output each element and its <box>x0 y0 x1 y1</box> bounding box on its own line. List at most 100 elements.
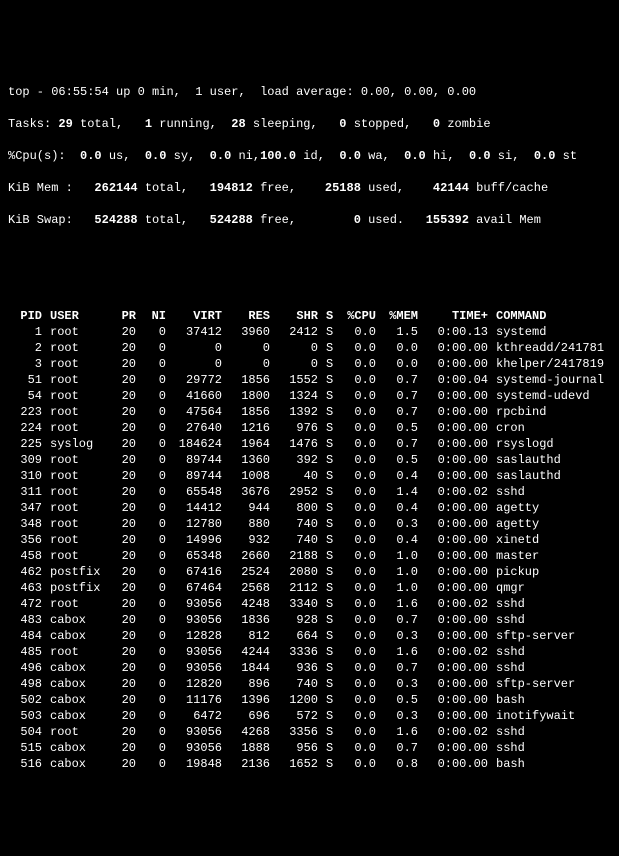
cell-mem: 0.3 <box>380 676 422 692</box>
table-row[interactable]: 498cabox20012820896740S0.00.30:00.00sftp… <box>8 676 611 692</box>
col-mem[interactable]: %MEM <box>380 308 422 324</box>
cell-time: 0:00.00 <box>422 548 492 564</box>
cell-shr: 1324 <box>274 388 322 404</box>
cell-cmd: agetty <box>492 516 611 532</box>
cell-cpu: 0.0 <box>338 436 380 452</box>
col-cpu[interactable]: %CPU <box>338 308 380 324</box>
table-row[interactable]: 504root2009305642683356S0.01.60:00.02ssh… <box>8 724 611 740</box>
cell-pid: 51 <box>8 372 46 388</box>
col-pid[interactable]: PID <box>8 308 46 324</box>
cell-mem: 0.7 <box>380 436 422 452</box>
cell-ni: 0 <box>140 692 170 708</box>
cell-mem: 0.3 <box>380 708 422 724</box>
cell-shr: 0 <box>274 340 322 356</box>
table-row[interactable]: 309root200897441360392S0.00.50:00.00sasl… <box>8 452 611 468</box>
col-shr[interactable]: SHR <box>274 308 322 324</box>
cell-pid: 310 <box>8 468 46 484</box>
cell-pid: 347 <box>8 500 46 516</box>
table-row[interactable]: 516cabox2001984821361652S0.00.80:00.00ba… <box>8 756 611 772</box>
col-time[interactable]: TIME+ <box>422 308 492 324</box>
cell-ni: 0 <box>140 388 170 404</box>
col-ni[interactable]: NI <box>140 308 170 324</box>
cell-s: S <box>322 404 338 420</box>
table-row[interactable]: 496cabox200930561844936S0.00.70:00.00ssh… <box>8 660 611 676</box>
cell-shr: 1200 <box>274 692 322 708</box>
cell-res: 3960 <box>226 324 274 340</box>
table-row[interactable]: 472root2009305642483340S0.01.60:00.02ssh… <box>8 596 611 612</box>
table-row[interactable]: 485root2009305642443336S0.01.60:00.02ssh… <box>8 644 611 660</box>
cell-mem: 0.8 <box>380 756 422 772</box>
cell-pid: 483 <box>8 612 46 628</box>
cell-cmd: master <box>492 548 611 564</box>
cell-pr: 20 <box>106 756 140 772</box>
cell-ni: 0 <box>140 500 170 516</box>
cell-res: 4244 <box>226 644 274 660</box>
table-row[interactable]: 2root200000S0.00.00:00.00kthreadd/241781 <box>8 340 611 356</box>
col-cmd[interactable]: COMMAND <box>492 308 611 324</box>
table-row[interactable]: 347root20014412944800S0.00.40:00.00agett… <box>8 500 611 516</box>
table-row[interactable]: 503cabox2006472696572S0.00.30:00.00inoti… <box>8 708 611 724</box>
table-row[interactable]: 54root2004166018001324S0.00.70:00.00syst… <box>8 388 611 404</box>
table-row[interactable]: 458root2006534826602188S0.01.00:00.00mas… <box>8 548 611 564</box>
table-row[interactable]: 3root200000S0.00.00:00.00khelper/2417819 <box>8 356 611 372</box>
cell-user: cabox <box>46 740 106 756</box>
cell-pr: 20 <box>106 628 140 644</box>
cell-res: 0 <box>226 340 274 356</box>
table-row[interactable]: 356root20014996932740S0.00.40:00.00xinet… <box>8 532 611 548</box>
col-pr[interactable]: PR <box>106 308 140 324</box>
cell-time: 0:00.00 <box>422 676 492 692</box>
table-row[interactable]: 502cabox2001117613961200S0.00.50:00.00ba… <box>8 692 611 708</box>
table-row[interactable]: 1root2003741239602412S0.01.50:00.13syste… <box>8 324 611 340</box>
cell-cmd: saslauthd <box>492 452 611 468</box>
table-row[interactable]: 310root20089744100840S0.00.40:00.00sasla… <box>8 468 611 484</box>
col-virt[interactable]: VIRT <box>170 308 226 324</box>
cell-cmd: sshd <box>492 596 611 612</box>
table-row[interactable]: 223root2004756418561392S0.00.70:00.00rpc… <box>8 404 611 420</box>
cell-time: 0:00.00 <box>422 436 492 452</box>
cell-cpu: 0.0 <box>338 484 380 500</box>
cell-ni: 0 <box>140 356 170 372</box>
cell-virt: 19848 <box>170 756 226 772</box>
cell-ni: 0 <box>140 372 170 388</box>
table-row[interactable]: 348root20012780880740S0.00.30:00.00agett… <box>8 516 611 532</box>
table-row[interactable]: 311root2006554836762952S0.01.40:00.02ssh… <box>8 484 611 500</box>
cell-cpu: 0.0 <box>338 340 380 356</box>
col-res[interactable]: RES <box>226 308 274 324</box>
cell-cpu: 0.0 <box>338 420 380 436</box>
table-row[interactable]: 51root2002977218561552S0.00.70:00.04syst… <box>8 372 611 388</box>
table-row[interactable]: 224root200276401216976S0.00.50:00.00cron <box>8 420 611 436</box>
table-header-row[interactable]: PID USER PR NI VIRT RES SHR S %CPU %MEM … <box>8 308 611 324</box>
cell-ni: 0 <box>140 724 170 740</box>
cell-time: 0:00.00 <box>422 356 492 372</box>
cell-s: S <box>322 756 338 772</box>
table-row[interactable]: 484cabox20012828812664S0.00.30:00.00sftp… <box>8 628 611 644</box>
cell-res: 1856 <box>226 404 274 420</box>
col-user[interactable]: USER <box>46 308 106 324</box>
table-row[interactable]: 462postfix2006741625242080S0.01.00:00.00… <box>8 564 611 580</box>
table-row[interactable]: 515cabox200930561888956S0.00.70:00.00ssh… <box>8 740 611 756</box>
cell-s: S <box>322 452 338 468</box>
cell-pr: 20 <box>106 548 140 564</box>
cell-s: S <box>322 660 338 676</box>
cell-s: S <box>322 468 338 484</box>
col-s[interactable]: S <box>322 308 338 324</box>
cell-shr: 928 <box>274 612 322 628</box>
cell-user: root <box>46 596 106 612</box>
cell-time: 0:00.00 <box>422 692 492 708</box>
table-row[interactable]: 463postfix2006746425682112S0.01.00:00.00… <box>8 580 611 596</box>
cell-time: 0:00.00 <box>422 756 492 772</box>
cell-ni: 0 <box>140 756 170 772</box>
cell-user: root <box>46 724 106 740</box>
cell-cpu: 0.0 <box>338 676 380 692</box>
cell-cpu: 0.0 <box>338 628 380 644</box>
cell-s: S <box>322 580 338 596</box>
cell-virt: 14412 <box>170 500 226 516</box>
cell-pid: 54 <box>8 388 46 404</box>
cell-pr: 20 <box>106 740 140 756</box>
table-row[interactable]: 483cabox200930561836928S0.00.70:00.00ssh… <box>8 612 611 628</box>
cell-pr: 20 <box>106 596 140 612</box>
cell-shr: 800 <box>274 500 322 516</box>
table-row[interactable]: 225syslog20018462419641476S0.00.70:00.00… <box>8 436 611 452</box>
cell-cpu: 0.0 <box>338 644 380 660</box>
cell-user: root <box>46 548 106 564</box>
